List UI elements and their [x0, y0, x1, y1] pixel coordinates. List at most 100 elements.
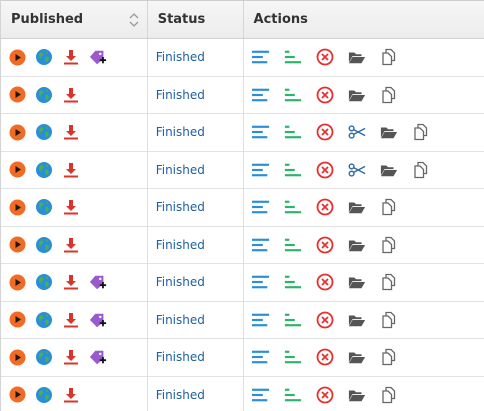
cancel-icon[interactable] — [316, 236, 334, 254]
cancel-icon[interactable] — [316, 311, 334, 329]
align-bars-icon[interactable] — [284, 348, 302, 366]
align-left-icon[interactable] — [251, 348, 270, 366]
play-icon[interactable] — [8, 198, 26, 216]
play-icon[interactable] — [8, 161, 26, 179]
globe-icon[interactable] — [35, 386, 53, 404]
copy-icon[interactable] — [380, 236, 398, 254]
folder-open-icon[interactable] — [380, 123, 398, 141]
scissors-icon[interactable] — [348, 161, 366, 179]
globe-icon[interactable] — [35, 86, 53, 104]
globe-icon[interactable] — [35, 273, 53, 291]
copy-icon[interactable] — [412, 123, 430, 141]
table-row[interactable]: Finished — [1, 376, 484, 411]
column-header-status[interactable]: Status — [148, 1, 244, 38]
copy-icon[interactable] — [380, 311, 398, 329]
align-bars-icon[interactable] — [284, 386, 302, 404]
table-row[interactable]: Finished — [1, 114, 484, 152]
align-bars-icon[interactable] — [284, 161, 302, 179]
download-icon[interactable] — [62, 198, 80, 216]
play-icon[interactable] — [8, 236, 26, 254]
folder-open-icon[interactable] — [348, 348, 366, 366]
download-icon[interactable] — [62, 123, 80, 141]
copy-icon[interactable] — [380, 48, 398, 66]
tag-add-icon[interactable] — [89, 48, 107, 66]
scissors-icon[interactable] — [348, 123, 366, 141]
copy-icon[interactable] — [380, 348, 398, 366]
align-left-icon[interactable] — [251, 386, 270, 404]
cancel-icon[interactable] — [316, 86, 334, 104]
table-row[interactable]: Finished — [1, 301, 484, 339]
download-icon[interactable] — [62, 48, 80, 66]
download-icon[interactable] — [62, 386, 80, 404]
copy-icon[interactable] — [380, 198, 398, 216]
folder-open-icon[interactable] — [348, 198, 366, 216]
copy-icon[interactable] — [412, 161, 430, 179]
table-row[interactable]: Finished — [1, 226, 484, 264]
globe-icon[interactable] — [35, 48, 53, 66]
align-bars-icon[interactable] — [284, 311, 302, 329]
align-bars-icon[interactable] — [284, 86, 302, 104]
table-row[interactable]: Finished — [1, 39, 484, 77]
cancel-icon[interactable] — [316, 273, 334, 291]
download-icon[interactable] — [62, 311, 80, 329]
globe-icon[interactable] — [35, 161, 53, 179]
align-left-icon[interactable] — [251, 48, 270, 66]
folder-open-icon[interactable] — [348, 386, 366, 404]
column-header-published[interactable]: Published — [1, 1, 148, 38]
globe-icon[interactable] — [35, 123, 53, 141]
download-icon[interactable] — [62, 348, 80, 366]
download-icon[interactable] — [62, 161, 80, 179]
cancel-icon[interactable] — [316, 198, 334, 216]
align-left-icon[interactable] — [251, 161, 270, 179]
folder-open-icon[interactable] — [348, 48, 366, 66]
play-icon[interactable] — [8, 386, 26, 404]
globe-icon[interactable] — [35, 311, 53, 329]
cancel-icon[interactable] — [316, 348, 334, 366]
sort-icon[interactable] — [129, 13, 139, 27]
download-icon[interactable] — [62, 86, 80, 104]
folder-open-icon[interactable] — [380, 161, 398, 179]
folder-open-icon[interactable] — [348, 273, 366, 291]
align-bars-icon[interactable] — [284, 236, 302, 254]
folder-open-icon[interactable] — [348, 311, 366, 329]
align-left-icon[interactable] — [251, 86, 270, 104]
cancel-icon[interactable] — [316, 48, 334, 66]
globe-icon[interactable] — [35, 348, 53, 366]
align-left-icon[interactable] — [251, 236, 270, 254]
table-row[interactable]: Finished — [1, 339, 484, 377]
cancel-icon[interactable] — [316, 161, 334, 179]
copy-icon[interactable] — [380, 86, 398, 104]
table-row[interactable]: Finished — [1, 189, 484, 227]
actions-cell — [244, 339, 484, 376]
folder-open-icon[interactable] — [348, 236, 366, 254]
folder-open-icon[interactable] — [348, 86, 366, 104]
play-icon[interactable] — [8, 48, 26, 66]
play-icon[interactable] — [8, 86, 26, 104]
align-left-icon[interactable] — [251, 311, 270, 329]
copy-icon[interactable] — [380, 386, 398, 404]
align-left-icon[interactable] — [251, 273, 270, 291]
copy-icon[interactable] — [380, 273, 398, 291]
tag-add-icon[interactable] — [89, 273, 107, 291]
globe-icon[interactable] — [35, 236, 53, 254]
align-bars-icon[interactable] — [284, 48, 302, 66]
play-icon[interactable] — [8, 311, 26, 329]
cancel-icon[interactable] — [316, 386, 334, 404]
table-row[interactable]: Finished — [1, 264, 484, 302]
table-row[interactable]: Finished — [1, 76, 484, 114]
play-icon[interactable] — [8, 273, 26, 291]
download-icon[interactable] — [62, 236, 80, 254]
tag-add-icon[interactable] — [89, 311, 107, 329]
play-icon[interactable] — [8, 123, 26, 141]
cancel-icon[interactable] — [316, 123, 334, 141]
align-bars-icon[interactable] — [284, 123, 302, 141]
align-left-icon[interactable] — [251, 123, 270, 141]
table-row[interactable]: Finished — [1, 151, 484, 189]
align-left-icon[interactable] — [251, 198, 270, 216]
tag-add-icon[interactable] — [89, 348, 107, 366]
play-icon[interactable] — [8, 348, 26, 366]
download-icon[interactable] — [62, 273, 80, 291]
align-bars-icon[interactable] — [284, 273, 302, 291]
globe-icon[interactable] — [35, 198, 53, 216]
align-bars-icon[interactable] — [284, 198, 302, 216]
